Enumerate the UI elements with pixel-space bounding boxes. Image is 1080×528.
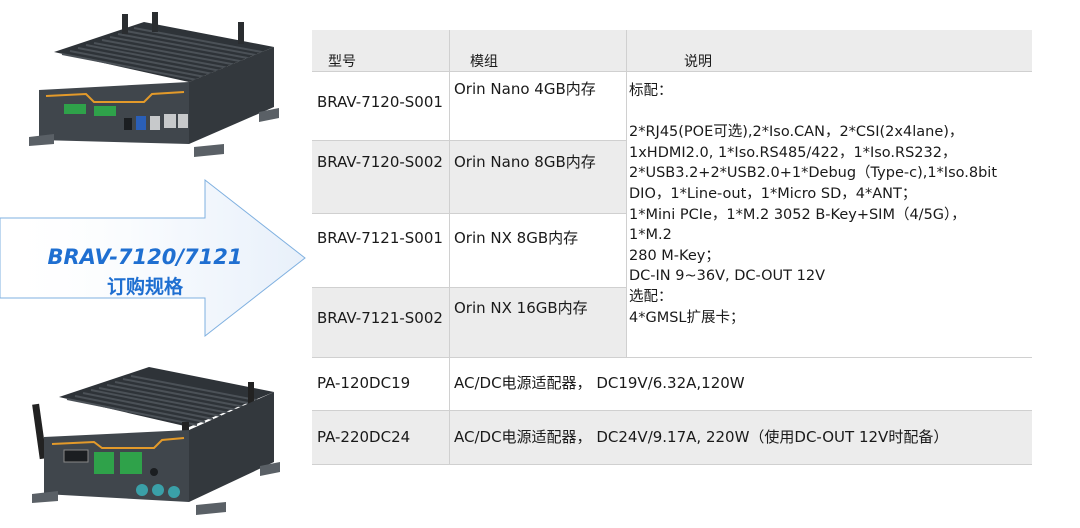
spec-line [629,102,997,123]
module-cell: Orin NX 16GB内存 [454,299,588,317]
column-divider [449,30,450,357]
module-cell: Orin Nano 4GB内存 [454,80,596,98]
module-cell: Orin NX 8GB内存 [454,229,579,247]
spec-line: 选配： [629,288,673,305]
spec-line: 280 M-Key； [629,247,720,264]
spec-line: 1*Mini PCIe，1*M.2 3052 B-Key+SIM（4/5G）， [629,206,966,223]
model-cell: BRAV-7120-S002 [317,153,443,171]
spec-line: 1xHDMI2.0, 1*Iso.RS485/422，1*Iso.RS232， [629,144,957,161]
banner-title-model: BRAV-7120/7121 [47,245,243,269]
header-description: 说明 [684,54,712,70]
table-header-row: 型号 模组 说明 [312,30,1032,72]
accessory-description-cell: AC/DC电源适配器， DC24V/9.17A, 220W（使用DC-OUT 1… [454,428,949,446]
spec-line: DIO，1*Line-out，1*Micro SD，4*ANT； [629,185,917,202]
spec-line: 2*RJ45(POE可选),2*Iso.CAN，2*CSI(2x4lane)， [629,124,964,141]
banner-title-ordering: 订购规格 [106,276,183,298]
spec-line: 4*GMSL扩展卡； [629,309,745,326]
column-divider [626,30,627,357]
header-model: 型号 [328,54,356,70]
accessory-description-cell: AC/DC电源适配器， DC19V/6.32A,120W [454,374,745,392]
spec-line: 2*USB3.2+2*USB2.0+1*Debug（Type-c),1*Iso.… [629,165,998,182]
device-image-bottom [24,362,284,522]
spec-description: 标配： 2*RJ45(POE可选),2*Iso.CAN，2*CSI(2x4lan… [629,81,997,328]
device-image-top [24,12,284,162]
column-divider [449,358,450,464]
table-row: PA-120DC19 AC/DC电源适配器， DC19V/6.32A,120W [312,358,1032,411]
spec-line: 1*M.2 [629,227,672,244]
model-cell: BRAV-7121-S001 [317,229,443,247]
model-cell: BRAV-7120-S001 [317,93,443,111]
accessory-model-cell: PA-120DC19 [317,374,411,392]
module-cell: Orin Nano 8GB内存 [454,153,596,171]
header-module: 模组 [470,54,498,70]
spec-line: 标配： [629,83,673,99]
accessory-model-cell: PA-220DC24 [317,428,411,446]
spec-line: DC-IN 9~36V, DC-OUT 12V [629,268,826,285]
model-cell: BRAV-7121-S002 [317,309,443,327]
table-row: PA-220DC24 AC/DC电源适配器， DC24V/9.17A, 220W… [312,411,1032,465]
